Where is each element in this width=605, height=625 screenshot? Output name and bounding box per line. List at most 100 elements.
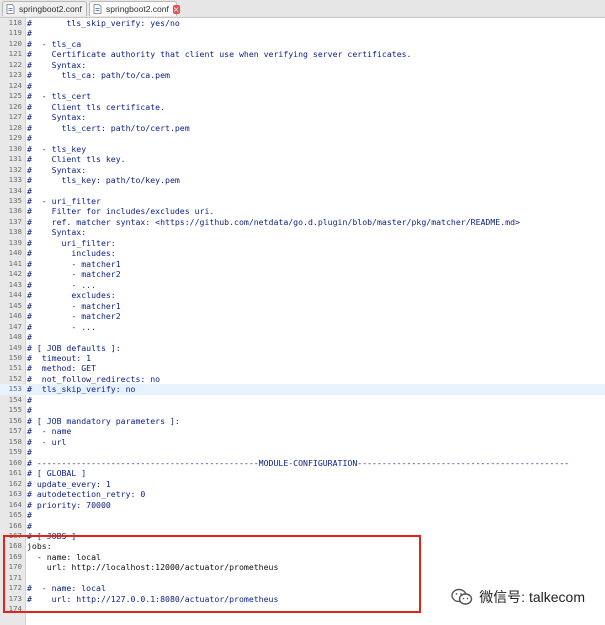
code-line[interactable]: 133 # tls_key: path/to/key.pem <box>0 175 605 185</box>
code-line[interactable]: 149 # [ JOB defaults ]: <box>0 343 605 353</box>
code-line[interactable]: 158 # - url <box>0 437 605 447</box>
code-line[interactable]: 169 - name: local <box>0 552 605 562</box>
code-line[interactable]: 165 # <box>0 510 605 520</box>
code-line[interactable]: 130 # - tls_key <box>0 144 605 154</box>
code-line[interactable]: 135 # - uri_filter <box>0 196 605 206</box>
code-line[interactable]: 170 url: http://localhost:12000/actuator… <box>0 562 605 572</box>
code-line[interactable]: 147 # - ... <box>0 322 605 332</box>
line-number: 174 <box>8 604 22 614</box>
code-line[interactable]: 123 # tls_ca: path/to/ca.pem <box>0 70 605 80</box>
code-line[interactable]: 148 # <box>0 332 605 342</box>
code-line[interactable]: 155 # <box>0 405 605 415</box>
code-line[interactable]: 118 # tls_skip_verify: yes/no <box>0 18 605 28</box>
code-line[interactable]: 127 # Syntax: <box>0 112 605 122</box>
code-editor[interactable]: 118 # tls_skip_verify: yes/no 119 #120 # - t… <box>0 18 605 625</box>
code-line[interactable]: 136 # Filter for includes/excludes uri. <box>0 206 605 216</box>
line-text: # - name <box>27 426 72 437</box>
tab-bar: springboot2.conf springboot2.conf × <box>0 0 605 18</box>
code-line[interactable]: 121 # Certificate authority that client u… <box>0 49 605 59</box>
line-number: 123 <box>8 70 22 80</box>
watermark-text: 微信号: talkecom <box>479 589 585 605</box>
code-line[interactable]: 124 # <box>0 81 605 91</box>
close-icon[interactable]: × <box>172 4 180 14</box>
line-text: - name: local <box>27 551 101 562</box>
code-line[interactable]: 139 # uri_filter: <box>0 238 605 248</box>
code-line[interactable]: 164 # priority: 70000 <box>0 500 605 510</box>
line-number: 148 <box>8 332 22 342</box>
code-line[interactable]: 168 jobs: <box>0 541 605 551</box>
code-line[interactable]: 163 # autodetection_retry: 0 <box>0 489 605 499</box>
code-lines: 118 # tls_skip_verify: yes/no 119 #120 # - t… <box>0 18 605 615</box>
line-text: # <box>27 28 32 39</box>
line-number: 169 <box>8 551 22 561</box>
code-line[interactable]: 159 # <box>0 447 605 457</box>
code-line[interactable]: 154 # <box>0 395 605 405</box>
line-text: jobs: <box>27 541 52 552</box>
line-text: # update_every: 1 <box>27 478 111 489</box>
line-number: 135 <box>8 195 22 205</box>
code-line[interactable]: 144 # excludes: <box>0 290 605 300</box>
code-line[interactable]: 122 # Syntax: <box>0 60 605 70</box>
code-line[interactable]: 157 # - name <box>0 426 605 436</box>
tab-label: springboot2.conf <box>19 4 82 14</box>
line-number: 145 <box>8 300 22 310</box>
line-text: # - url <box>27 436 67 447</box>
tab-springboot2-conf-1[interactable]: springboot2.conf <box>2 1 87 16</box>
code-line[interactable]: 171 <box>0 573 605 583</box>
code-line[interactable]: 166 # <box>0 521 605 531</box>
line-number: 156 <box>8 415 22 425</box>
line-number: 168 <box>8 541 22 551</box>
line-number: 127 <box>8 112 22 122</box>
line-text: # Syntax: <box>27 112 87 123</box>
code-line[interactable]: 138 # Syntax: <box>0 227 605 237</box>
code-line[interactable]: 151 # method: GET <box>0 363 605 373</box>
code-line[interactable]: 153 # tls_skip_verify: no <box>0 384 605 395</box>
line-text: # not_follow_redirects: no <box>27 373 161 384</box>
code-line[interactable]: 145 # - matcher1 <box>0 301 605 311</box>
line-text: # tls_key: path/to/key.pem <box>27 175 180 186</box>
line-text: # Syntax: <box>27 164 87 175</box>
code-line[interactable]: 119 # <box>0 28 605 38</box>
code-line[interactable]: 156 # [ JOB mandatory parameters ]: <box>0 416 605 426</box>
code-line[interactable]: 125 # - tls_cert <box>0 91 605 101</box>
line-number: 119 <box>8 28 22 38</box>
line-text: # uri_filter: <box>27 237 116 248</box>
code-line[interactable]: 132 # Syntax: <box>0 165 605 175</box>
code-line[interactable]: 150 # timeout: 1 <box>0 353 605 363</box>
line-number: 141 <box>8 258 22 268</box>
line-number: 143 <box>8 279 22 289</box>
tab-springboot2-conf-2[interactable]: springboot2.conf × <box>89 1 180 16</box>
line-number: 172 <box>8 583 22 593</box>
line-number: 126 <box>8 101 22 111</box>
line-text: # - tls_ca <box>27 38 82 49</box>
code-line[interactable]: 134 # <box>0 186 605 196</box>
code-line[interactable]: 152 # not_follow_redirects: no <box>0 374 605 384</box>
code-line[interactable]: 140 # includes: <box>0 248 605 258</box>
code-line[interactable]: 131 # Client tls key. <box>0 154 605 164</box>
code-line[interactable]: 161 # [ GLOBAL ] <box>0 468 605 478</box>
line-text: # autodetection_retry: 0 <box>27 489 146 500</box>
line-number: 154 <box>8 394 22 404</box>
line-number: 132 <box>8 164 22 174</box>
code-line[interactable]: 160 # -----------------------------------… <box>0 458 605 468</box>
code-line[interactable]: 128 # tls_cert: path/to/cert.pem <box>0 123 605 133</box>
code-line[interactable]: 142 # - matcher2 <box>0 269 605 279</box>
code-line[interactable]: 146 # - matcher2 <box>0 311 605 321</box>
code-line[interactable]: 137 # ref. matcher syntax: <https://githu… <box>0 217 605 227</box>
line-text: # - matcher2 <box>27 311 121 322</box>
line-text: # - matcher1 <box>27 258 121 269</box>
line-text: # timeout: 1 <box>27 353 92 363</box>
line-text: # - matcher2 <box>27 269 121 280</box>
code-line[interactable]: 167 # [ JOBS ] <box>0 531 605 541</box>
line-number: 122 <box>8 59 22 69</box>
code-line[interactable]: 126 # Client tls certificate. <box>0 102 605 112</box>
line-number: 137 <box>8 216 22 226</box>
line-text: # excludes: <box>27 290 116 301</box>
code-line[interactable]: 141 # - matcher1 <box>0 259 605 269</box>
line-number: 163 <box>8 489 22 499</box>
code-line[interactable]: 120 # - tls_ca <box>0 39 605 49</box>
code-line[interactable]: 129 # <box>0 133 605 143</box>
code-line[interactable]: 143 # - ... <box>0 280 605 290</box>
code-line[interactable]: 162 # update_every: 1 <box>0 479 605 489</box>
line-text: # Client tls key. <box>27 154 126 165</box>
